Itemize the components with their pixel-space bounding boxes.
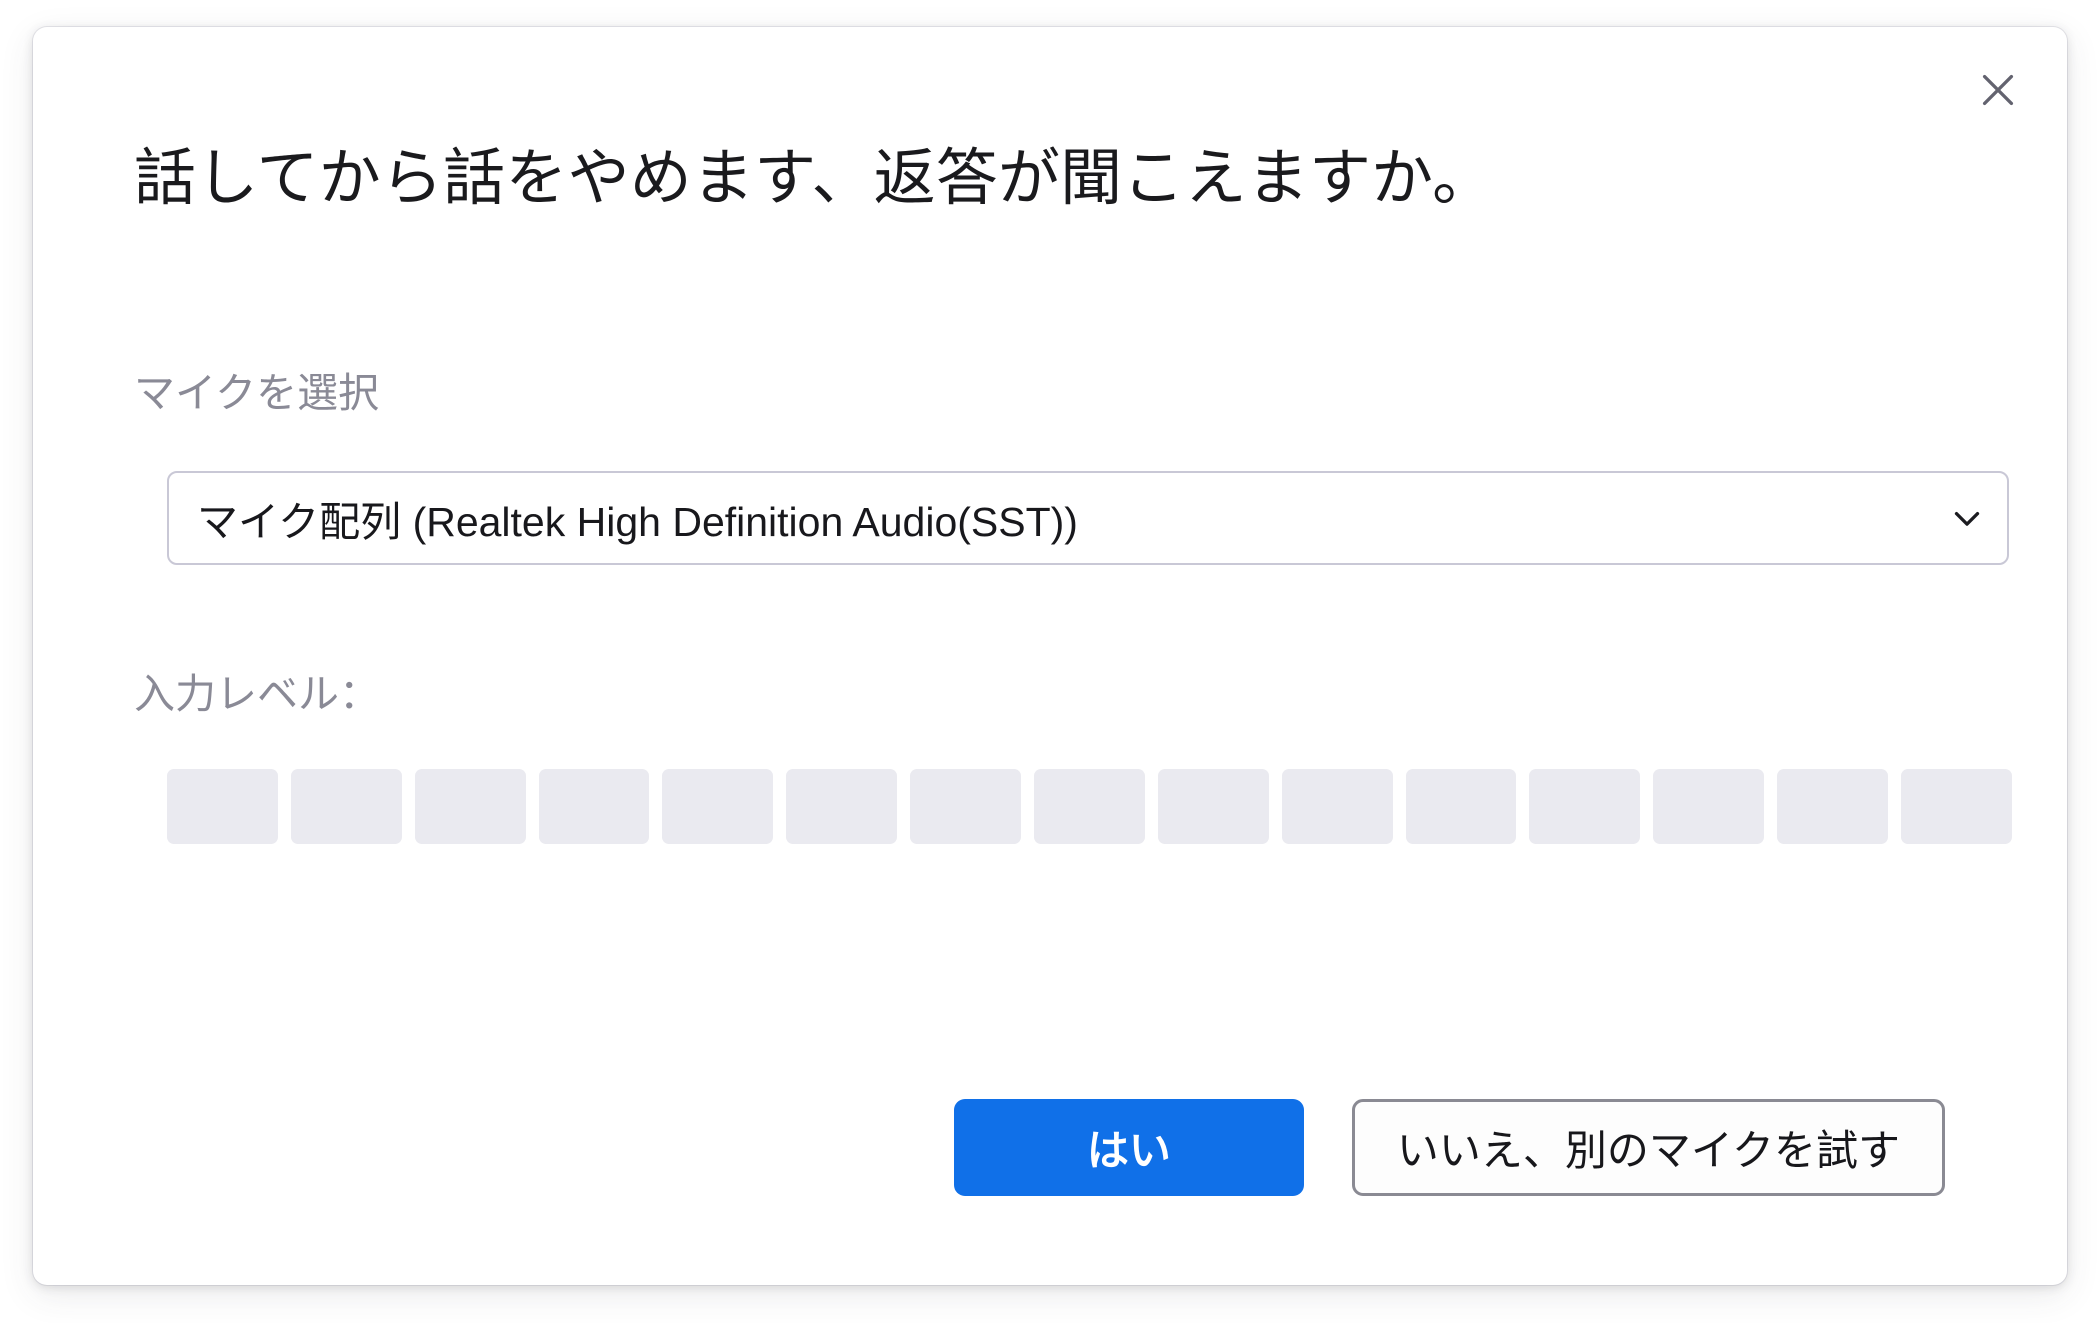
level-segment bbox=[290, 769, 402, 844]
level-segment bbox=[1529, 769, 1641, 844]
chevron-down-icon[interactable] bbox=[1927, 497, 2007, 539]
level-segment bbox=[1653, 769, 1765, 844]
level-segment bbox=[414, 769, 526, 844]
level-segment bbox=[786, 769, 898, 844]
level-segment bbox=[167, 769, 278, 844]
mic-select-wrapper: マイク配列 (Realtek High Definition Audio(SST… bbox=[167, 471, 2009, 565]
mic-select[interactable]: マイク配列 (Realtek High Definition Audio(SST… bbox=[167, 471, 2009, 565]
mic-select-value: マイク配列 (Realtek High Definition Audio(SST… bbox=[197, 499, 1078, 545]
dialog-title: 話してから話をやめます、返答が聞こえますか。 bbox=[134, 144, 1495, 213]
yes-button[interactable]: はい bbox=[953, 1098, 1304, 1196]
level-segment bbox=[1405, 769, 1517, 844]
level-segment bbox=[1281, 769, 1393, 844]
mic-test-dialog: 話してから話をやめます、返答が聞こえますか。 マイクを選択 マイク配列 (Rea… bbox=[33, 27, 2067, 1285]
mic-select-label: マイクを選択 bbox=[134, 370, 380, 416]
close-button[interactable] bbox=[1961, 53, 2035, 127]
level-segment bbox=[1157, 769, 1269, 844]
level-segment bbox=[538, 769, 650, 844]
input-level-label: 入力レベル： bbox=[134, 671, 380, 717]
dialog-footer: はい いいえ、別のマイクを試す bbox=[33, 1097, 2067, 1197]
level-segment bbox=[1777, 769, 1889, 844]
try-another-mic-button[interactable]: いいえ、別のマイクを試す bbox=[1351, 1098, 1945, 1196]
level-segment bbox=[662, 769, 774, 844]
level-segment bbox=[1901, 769, 2012, 844]
screen-root: 話してから話をやめます、返答が聞こえますか。 マイクを選択 マイク配列 (Rea… bbox=[0, 0, 2100, 1323]
level-segment bbox=[910, 769, 1022, 844]
input-level-meter bbox=[167, 769, 2012, 844]
close-icon bbox=[1975, 67, 2021, 113]
level-segment bbox=[1034, 769, 1145, 844]
